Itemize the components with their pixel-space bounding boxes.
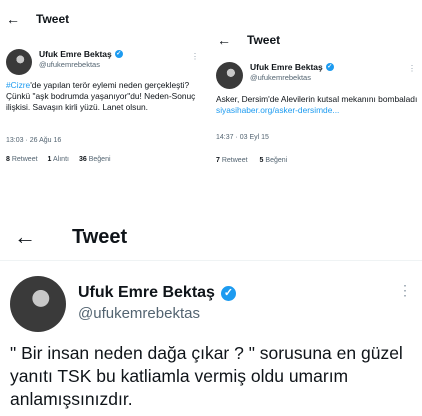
verified-badge-icon: ✓ [114, 50, 123, 58]
tweet-timestamp[interactable]: 13:03 · 26 Ağu 16 [6, 137, 61, 144]
retweets-stat[interactable]: 8 Retweet [6, 156, 43, 163]
back-arrow-icon[interactable]: ← [14, 224, 54, 250]
likes-count: 5 [259, 157, 264, 164]
tweet-1-author[interactable]: Ufuk Emre Bektaş ✓ @ufukemrebektas [6, 49, 123, 75]
tweet-text-content: Asker, Dersim'de Alevilerin kutsal mekan… [216, 94, 418, 104]
avatar[interactable] [216, 62, 243, 89]
page-title: Tweet [247, 33, 281, 47]
tweet-text: " Bir insan neden dağa çıkar ? " sorusun… [10, 343, 403, 409]
retweets-stat[interactable]: 7 Retweet [216, 157, 254, 164]
tweet-text: #Cizre'de yapılan terör eylemi neden ger… [6, 80, 202, 113]
verified-badge-icon: ✓ [325, 63, 334, 71]
likes-count: 36 [78, 156, 87, 163]
quotes-label: Alıntı [53, 156, 69, 163]
author-name[interactable]: Ufuk Emre Bektaş [78, 284, 215, 302]
tweet-card-3: ← Tweet Ufuk Emre Bektaş ✓ @ufukemrebekt… [0, 212, 422, 416]
tweet-3-header: ← Tweet [14, 224, 127, 250]
quotes-stat[interactable]: 1 Alıntı [48, 156, 74, 163]
tweet-text-content: 'de yapılan terör eylemi neden gerçekleş… [6, 80, 196, 112]
tweet-text: Asker, Dersim'de Alevilerin kutsal mekan… [216, 94, 419, 116]
more-options-icon[interactable]: ⋮ [191, 52, 199, 61]
back-arrow-icon[interactable]: ← [6, 11, 28, 27]
likes-label: Beğeni [265, 157, 288, 164]
page-title: Tweet [36, 12, 70, 26]
likes-stat[interactable]: 5 Beğeni [260, 157, 294, 164]
tweet-timestamp[interactable]: 14:37 · 03 Eyl 15 [216, 134, 269, 141]
avatar[interactable] [10, 276, 66, 332]
tweet-1-header: ← Tweet [6, 11, 69, 27]
author-name[interactable]: Ufuk Emre Bektaş [250, 62, 323, 72]
retweets-count: 8 [6, 156, 10, 163]
author-handle[interactable]: @ufukemrebektas [78, 305, 236, 322]
retweets-label: Retweet [11, 156, 38, 163]
likes-label: Beğeni [88, 156, 111, 163]
back-arrow-icon[interactable]: ← [217, 32, 239, 48]
retweets-count: 7 [216, 157, 220, 164]
article-link[interactable]: siyasihaber.org/asker-dersimde... [216, 105, 339, 115]
tweet-3-author[interactable]: Ufuk Emre Bektaş ✓ @ufukemrebektas [10, 276, 236, 332]
likes-stat[interactable]: 36 Beğeni [79, 156, 116, 163]
tweet-2-author[interactable]: Ufuk Emre Bektaş ✓ @ufukemrebektas [216, 62, 334, 89]
verified-badge-icon: ✓ [220, 285, 236, 301]
page-title: Tweet [72, 225, 128, 248]
more-options-icon[interactable]: ⋮ [398, 282, 412, 299]
header-divider [0, 260, 422, 261]
author-handle[interactable]: @ufukemrebektas [250, 73, 334, 82]
tweet-card-2: ← Tweet Ufuk Emre Bektaş ✓ @ufukemrebekt… [211, 24, 422, 180]
retweets-label: Retweet [221, 157, 248, 164]
tweet-card-1: ← Tweet Ufuk Emre Bektaş ✓ @ufukemrebekt… [0, 0, 205, 178]
hashtag-link[interactable]: #Cizre [6, 80, 30, 90]
quotes-count: 1 [47, 156, 52, 163]
author-handle[interactable]: @ufukemrebektas [39, 60, 123, 69]
tweet-stats: 7 Retweet 5 Beğeni [216, 157, 299, 164]
tweet-stats: 8 Retweet 1 Alıntı 36 Beğeni [6, 156, 121, 163]
author-name[interactable]: Ufuk Emre Bektaş [39, 49, 112, 59]
more-options-icon[interactable]: ⋮ [408, 64, 416, 73]
avatar[interactable] [6, 49, 32, 75]
tweet-2-header: ← Tweet [217, 32, 280, 48]
